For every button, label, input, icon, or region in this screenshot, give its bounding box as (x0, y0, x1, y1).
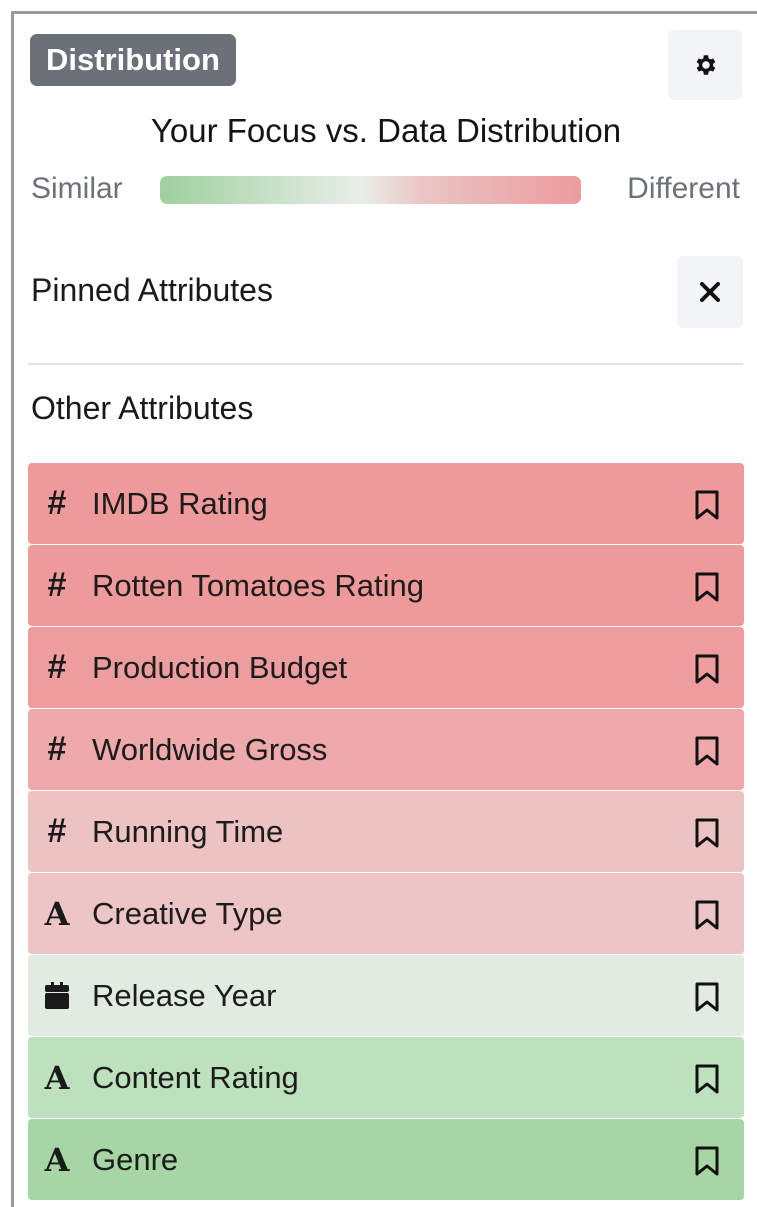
attribute-list: # IMDB Rating # Rotten Tomatoes Rating #… (28, 463, 744, 1201)
attribute-row[interactable]: # Production Budget (28, 627, 744, 708)
attribute-label: Production Budget (92, 650, 348, 685)
attribute-row[interactable]: # Worldwide Gross (28, 709, 744, 790)
attribute-label: Release Year (92, 978, 277, 1013)
text-type-icon: A (44, 1140, 70, 1179)
settings-button[interactable] (668, 30, 742, 100)
attribute-row[interactable]: A Genre (28, 1119, 744, 1200)
distribution-badge: Distribution (30, 34, 236, 86)
bookmark-icon[interactable] (693, 1146, 721, 1176)
clear-pinned-button[interactable] (677, 256, 743, 328)
number-type-icon: # (47, 484, 67, 522)
bookmark-icon[interactable] (693, 1064, 721, 1094)
attribute-row[interactable]: A Creative Type (28, 873, 744, 954)
attribute-row[interactable]: A Content Rating (28, 1037, 744, 1118)
number-type-icon: # (47, 648, 67, 686)
attribute-row[interactable]: # Rotten Tomatoes Rating (28, 545, 744, 626)
close-icon (700, 282, 720, 302)
bookmark-icon[interactable] (693, 490, 721, 520)
attribute-label: IMDB Rating (92, 486, 268, 521)
text-type-icon: A (44, 1058, 70, 1097)
attribute-row[interactable]: # Running Time (28, 791, 744, 872)
bookmark-icon[interactable] (693, 982, 721, 1012)
attribute-label: Content Rating (92, 1060, 299, 1095)
attribute-row[interactable]: Release Year (28, 955, 744, 1036)
bookmark-icon[interactable] (693, 736, 721, 766)
bookmark-icon[interactable] (693, 654, 721, 684)
attribute-label: Creative Type (92, 896, 283, 931)
similarity-gradient-bar (160, 176, 581, 204)
other-attributes-title: Other Attributes (31, 390, 254, 426)
number-type-icon: # (47, 566, 67, 604)
attribute-label: Genre (92, 1142, 179, 1177)
bookmark-icon[interactable] (693, 900, 721, 930)
text-type-icon: A (44, 894, 70, 933)
gear-icon (696, 55, 716, 75)
calendar-icon (39, 955, 75, 1036)
attribute-row[interactable]: # IMDB Rating (28, 463, 744, 544)
similar-label: Similar (31, 172, 123, 205)
attribute-label: Running Time (92, 814, 284, 849)
attribute-label: Rotten Tomatoes Rating (92, 568, 425, 603)
number-type-icon: # (47, 730, 67, 768)
number-type-icon: # (47, 812, 67, 850)
section-divider (28, 363, 743, 365)
attribute-label: Worldwide Gross (92, 732, 328, 767)
bookmark-icon[interactable] (693, 572, 721, 602)
different-label: Different (627, 172, 740, 205)
pinned-attributes-title: Pinned Attributes (31, 272, 273, 308)
bookmark-icon[interactable] (693, 818, 721, 848)
legend-title: Your Focus vs. Data Distribution (150, 112, 622, 149)
